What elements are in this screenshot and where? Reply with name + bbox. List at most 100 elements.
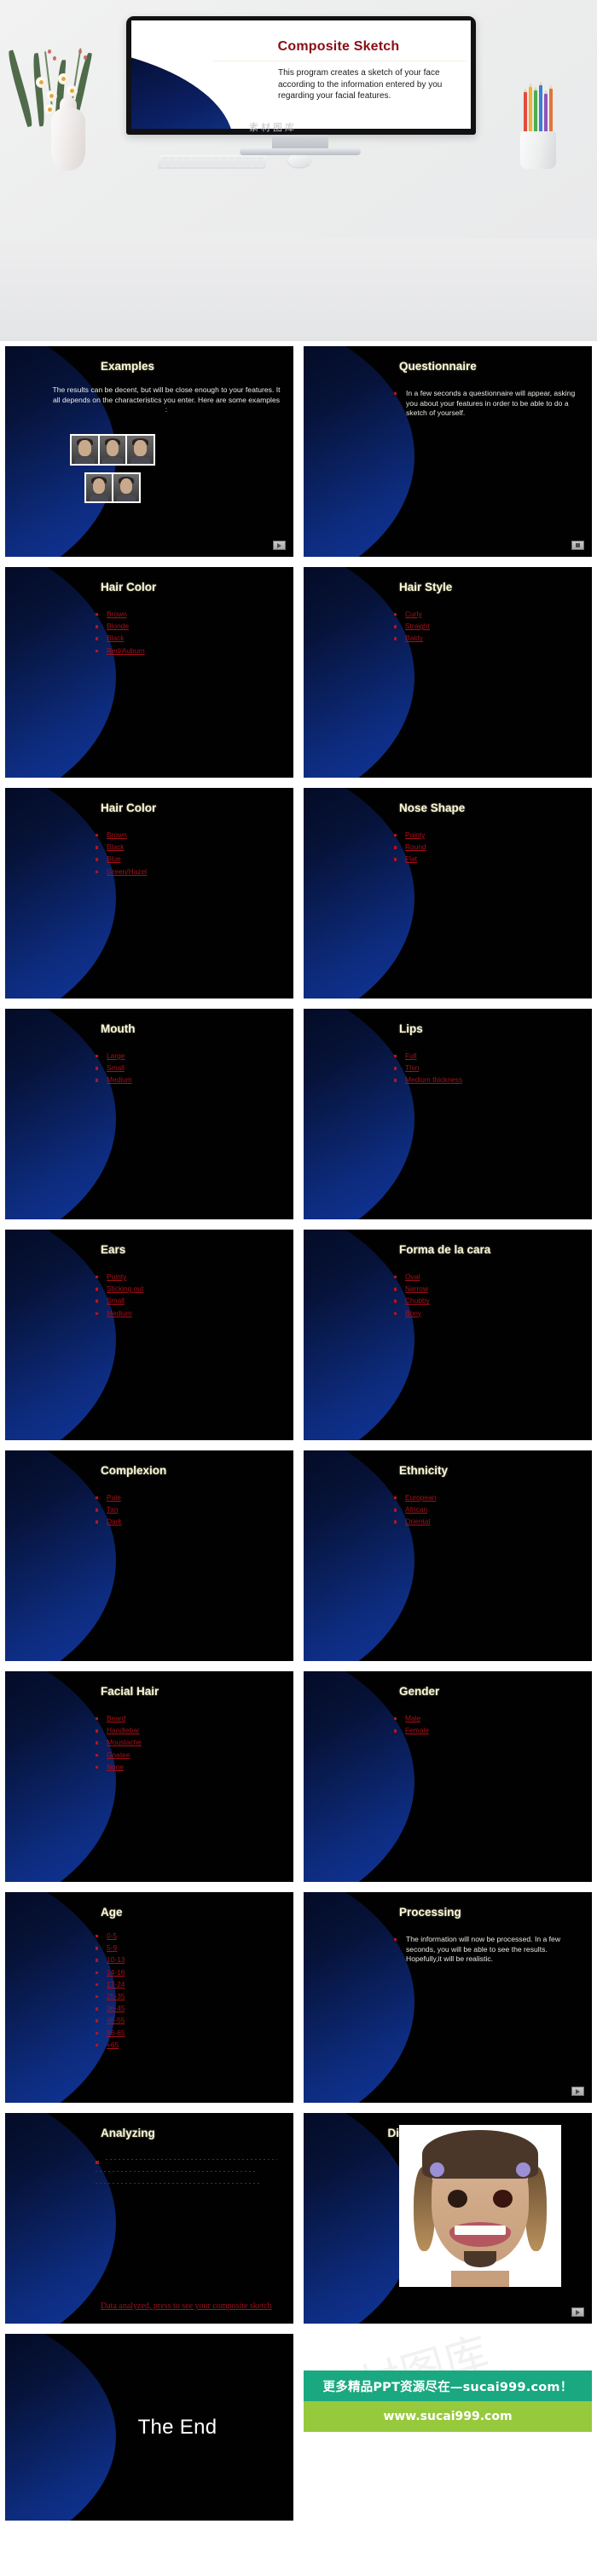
list-item[interactable]: Red/Auburn [96,646,285,655]
list-item[interactable]: 46-55 [96,2016,285,2024]
list-item[interactable]: +65 [96,2041,285,2049]
slide-cell[interactable]: Complexion Pale Tan Dark [0,1445,298,1666]
list-item[interactable]: Narrow [394,1284,583,1293]
next-slide-button[interactable] [273,541,286,550]
list-item[interactable]: Blonde [96,622,285,630]
list-item[interactable]: 0-5 [96,1931,285,1940]
slide-cell[interactable]: Facial Hair Beard Handlebar Moustache Go… [0,1666,298,1887]
slide-age[interactable]: Age 0-5 5-9 10-13 14-16 17-24 25-35 36-4… [5,1892,293,2103]
slide-cell[interactable]: Age 0-5 5-9 10-13 14-16 17-24 25-35 36-4… [0,1887,298,2108]
list-item[interactable]: Sticking out [96,1284,285,1293]
list-item[interactable]: Medium [96,1075,285,1084]
slide-cell[interactable]: Examples The results can be decent, but … [0,341,298,562]
list-item[interactable]: European [394,1493,583,1502]
list-item[interactable]: African [394,1505,583,1514]
list-item[interactable]: Large [96,1051,285,1060]
list-item[interactable]: Pointy [96,1272,285,1281]
list-item[interactable]: Moustache [96,1738,285,1746]
list-item[interactable]: Chubby [394,1296,583,1305]
slide-examples[interactable]: Examples The results can be decent, but … [5,346,293,557]
slide-cell[interactable]: 素材图库 更多精品PPT资源尽在—sucai999.com！ www.sucai… [298,2329,597,2526]
next-slide-button[interactable] [571,2307,584,2317]
list-item[interactable]: Straight [394,622,583,630]
slide-cell[interactable]: The End [0,2329,298,2526]
slide-facial-hair[interactable]: Facial Hair Beard Handlebar Moustache Go… [5,1671,293,1882]
analyzed-result-link[interactable]: Data analyzed, press to see your composi… [101,2301,281,2312]
slide-cell[interactable]: Questionnaire In a few seconds a questio… [298,341,597,562]
list-item[interactable]: Thin [394,1063,583,1072]
list-item[interactable]: Male [394,1714,583,1722]
list-item[interactable]: Baldy [394,634,583,642]
blue-wave-shape [5,1450,116,1661]
list-item[interactable]: 14-16 [96,1968,285,1977]
list-item[interactable]: 36-45 [96,2004,285,2012]
teeth-shape [454,2225,507,2236]
list-item[interactable]: Black [96,842,285,851]
list-item[interactable]: Round [394,842,583,851]
slide-lips[interactable]: Lips Full Thin Medium thickness [304,1009,592,1219]
slide-cell[interactable]: Did you come out ok? [298,2108,597,2329]
slide-hair-color-2[interactable]: Hair Color Brown Black Blue Green/Hazel [5,788,293,999]
next-slide-button[interactable] [571,2087,584,2096]
slide-cell[interactable]: Hair Color Brown Blonde Black Red/Auburn [0,562,298,783]
slide-cell[interactable]: Ears Pointy Sticking out Small Medium [0,1224,298,1445]
list-item[interactable]: 5-9 [96,1943,285,1952]
slide-promo-banner[interactable]: 素材图库 更多精品PPT资源尽在—sucai999.com！ www.sucai… [304,2334,592,2521]
slide-cell[interactable]: Hair Style Curly Straight Baldy [298,562,597,783]
slide-cell[interactable]: Mouth Large Small Medium [0,1004,298,1224]
slide-cell[interactable]: Analyzing Data analyzed, press to see yo… [0,2108,298,2329]
slide-cell[interactable]: Ethnicity European African Oriental [298,1445,597,1666]
slide-cell[interactable]: Forma de la cara Oval Narrow Chubby Bony [298,1224,597,1445]
slide-hair-style[interactable]: Hair Style Curly Straight Baldy [304,567,592,778]
list-item[interactable]: Tan [96,1505,285,1514]
list-item[interactable]: Oval [394,1272,583,1281]
list-item[interactable]: Blue [96,854,285,863]
slide-complexion[interactable]: Complexion Pale Tan Dark [5,1450,293,1661]
list-item[interactable]: Curly [394,610,583,618]
list-item[interactable]: Small [96,1063,285,1072]
promo-banner-url[interactable]: www.sucai999.com [383,2410,512,2423]
slide-cell[interactable]: Processing The information will now be p… [298,1887,597,2108]
list-item[interactable]: Pale [96,1493,285,1502]
list-item[interactable]: Oriental [394,1517,583,1525]
slide-processing[interactable]: Processing The information will now be p… [304,1892,592,2103]
list-item[interactable]: None [96,1763,285,1771]
list-item[interactable]: Black [96,634,285,642]
list-item[interactable]: 25-35 [96,1992,285,2000]
slide-hair-color-1[interactable]: Hair Color Brown Blonde Black Red/Auburn [5,567,293,778]
slide-cell[interactable]: Gender Male Female [298,1666,597,1887]
list-item[interactable]: 17-24 [96,1980,285,1988]
list-item[interactable]: Full [394,1051,583,1060]
slide-the-end[interactable]: The End [5,2334,293,2521]
list-item[interactable]: Green/Hazel [96,867,285,876]
list-item[interactable]: Goatee [96,1751,285,1759]
slide-cell[interactable]: Lips Full Thin Medium thickness [298,1004,597,1224]
stop-button[interactable] [571,541,584,550]
list-item[interactable]: 10-13 [96,1955,285,1964]
slide-ears[interactable]: Ears Pointy Sticking out Small Medium [5,1230,293,1440]
list-item[interactable]: Brown [96,610,285,618]
promo-banner-secondary[interactable]: www.sucai999.com [304,2401,592,2432]
slide-mouth[interactable]: Mouth Large Small Medium [5,1009,293,1219]
slide-cell[interactable]: Nose Shape Pointy Round Flat [298,783,597,1004]
slide-face-shape[interactable]: Forma de la cara Oval Narrow Chubby Bony [304,1230,592,1440]
slide-cell[interactable]: Hair Color Brown Black Blue Green/Hazel [0,783,298,1004]
list-item[interactable]: Dark [96,1517,285,1525]
slide-analyzing[interactable]: Analyzing Data analyzed, press to see yo… [5,2113,293,2324]
list-item[interactable]: Female [394,1726,583,1734]
list-item[interactable]: Bony [394,1309,583,1317]
slide-result[interactable]: Did you come out ok? [304,2113,592,2324]
list-item[interactable]: Medium [96,1309,285,1317]
list-item[interactable]: Handlebar [96,1726,285,1734]
list-item[interactable]: 56-65 [96,2029,285,2037]
list-item[interactable]: Flat [394,854,583,863]
slide-gender[interactable]: Gender Male Female [304,1671,592,1882]
list-item[interactable]: Brown [96,831,285,839]
slide-questionnaire[interactable]: Questionnaire In a few seconds a questio… [304,346,592,557]
list-item[interactable]: Beard [96,1714,285,1722]
slide-ethnicity[interactable]: Ethnicity European African Oriental [304,1450,592,1661]
list-item[interactable]: Small [96,1296,285,1305]
slide-nose-shape[interactable]: Nose Shape Pointy Round Flat [304,788,592,999]
list-item[interactable]: Pointy [394,831,583,839]
list-item[interactable]: Medium thickness [394,1075,583,1084]
